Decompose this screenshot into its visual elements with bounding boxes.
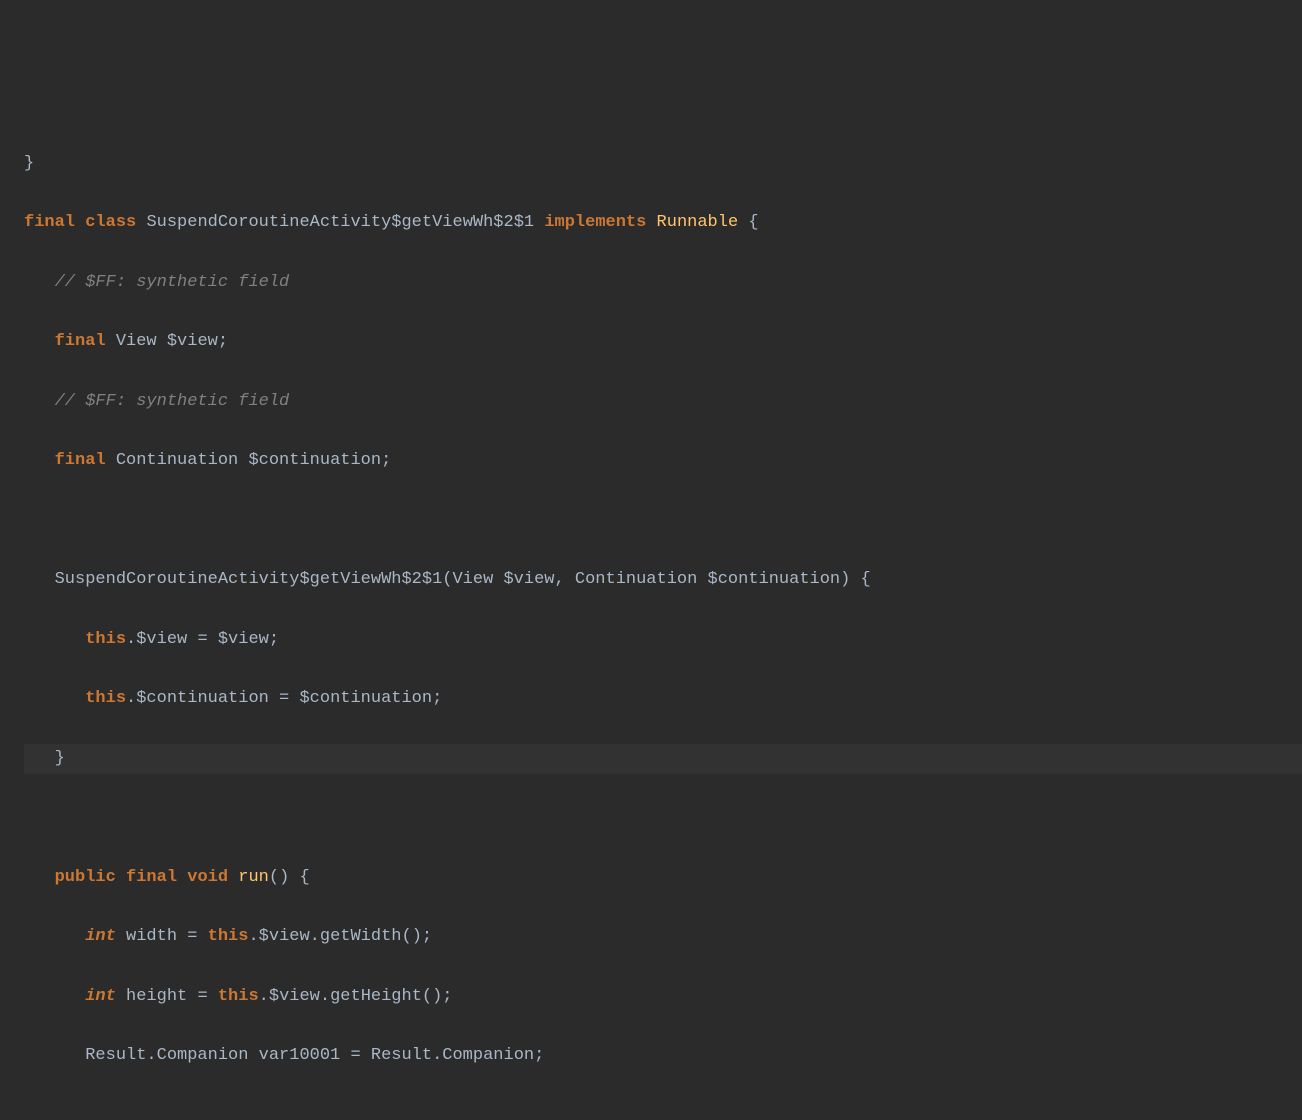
code-line: SuspendCoroutineActivity$getViewWh$2$1(V… — [24, 565, 1302, 595]
code-line: this.$continuation = $continuation; — [24, 684, 1302, 714]
code-line — [24, 803, 1302, 833]
code-line: int width = this.$view.getWidth(); — [24, 922, 1302, 952]
code-line-cursor: } — [24, 744, 1302, 774]
code-editor[interactable]: } final class SuspendCoroutineActivity$g… — [0, 119, 1302, 1101]
code-line: // $FF: synthetic field — [24, 268, 1302, 298]
code-line: this.$view = $view; — [24, 625, 1302, 655]
code-line: public final void run() { — [24, 863, 1302, 893]
code-line: final Continuation $continuation; — [24, 446, 1302, 476]
code-line: int height = this.$view.getHeight(); — [24, 982, 1302, 1012]
code-line: } — [24, 149, 1302, 179]
code-line: final View $view; — [24, 327, 1302, 357]
code-line: Result.Companion var10001 = Result.Compa… — [24, 1041, 1302, 1071]
code-line — [24, 506, 1302, 536]
code-line: // $FF: synthetic field — [24, 387, 1302, 417]
code-line: final class SuspendCoroutineActivity$get… — [24, 208, 1302, 238]
